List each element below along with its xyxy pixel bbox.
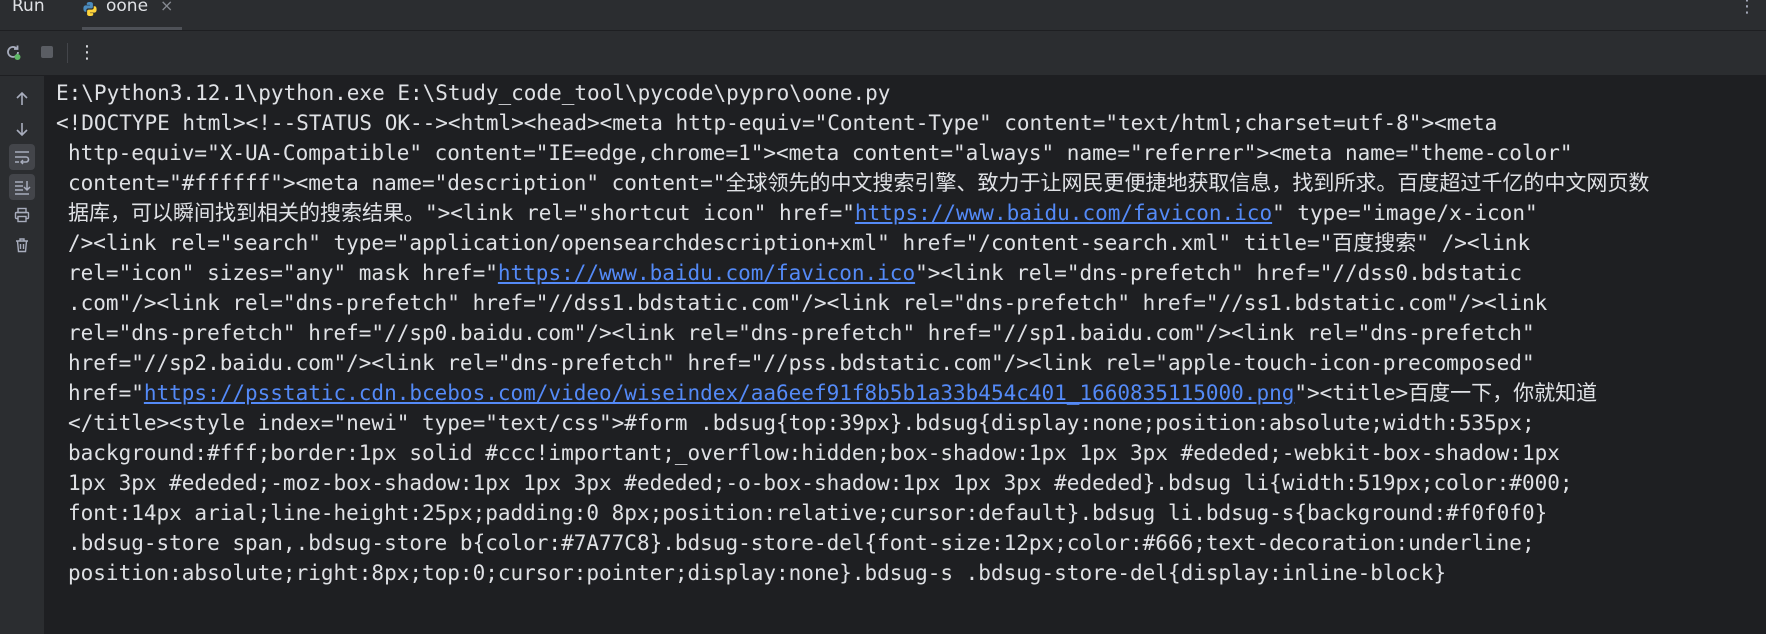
console-text: "><title>百度一下，你就知道 (1294, 381, 1598, 405)
toolbar-divider (67, 43, 68, 63)
options-menu-icon[interactable]: ⋮ (1738, 0, 1756, 17)
console-line: position:absolute;right:8px;top:0;cursor… (68, 558, 1446, 588)
console-line: .bdsug-store span,.bdsug-store b{color:#… (68, 528, 1535, 558)
run-tool-window: Run oone × ⋮ ⋮ E:\Python3.12.1\python.ex… (0, 0, 1766, 634)
console-line: 1px 3px #ededed;-moz-box-shadow:1px 1px … (68, 468, 1573, 498)
stop-icon[interactable] (36, 41, 58, 63)
more-actions-icon[interactable]: ⋮ (76, 41, 98, 63)
tab-close-icon[interactable]: × (160, 0, 173, 15)
python-file-icon (82, 1, 100, 17)
scroll-to-end-icon[interactable] (9, 174, 35, 200)
tab-oone[interactable]: oone × (82, 0, 182, 30)
console-line: background:#fff;border:1px solid #ccc!im… (68, 438, 1560, 468)
tab-label: oone (106, 0, 149, 16)
console-line: 据库，可以瞬间找到相关的搜索结果。"><link rel="shortcut i… (68, 198, 1538, 228)
console-line: rel="dns-prefetch" href="//sp0.baidu.com… (68, 318, 1535, 348)
console-text: position:absolute;right:8px;top:0;cursor… (68, 561, 1447, 585)
console-hyperlink[interactable]: https://psstatic.cdn.bcebos.com/video/wi… (144, 381, 1295, 405)
console-text: .com"/><link rel="dns-prefetch" href="//… (68, 291, 1548, 315)
console-text: content="#ffffff"><meta name="descriptio… (68, 171, 1650, 195)
console-text: E:\Python3.12.1\python.exe E:\Study_code… (56, 81, 891, 105)
run-toolbar: ⋮ (0, 31, 1766, 76)
console-line: E:\Python3.12.1\python.exe E:\Study_code… (56, 78, 890, 108)
console-text: /><link rel="search" type="application/o… (68, 231, 1531, 255)
soft-wrap-icon[interactable] (9, 144, 35, 170)
console-output[interactable]: E:\Python3.12.1\python.exe E:\Study_code… (45, 76, 1766, 634)
rerun-icon[interactable] (2, 41, 24, 63)
console-text: href=" (68, 381, 144, 405)
console-line: </title><style index="newi" type="text/c… (68, 408, 1535, 438)
console-text: 据库，可以瞬间找到相关的搜索结果。"><link rel="shortcut i… (68, 201, 855, 225)
console-text: .bdsug-store span,.bdsug-store b{color:#… (68, 531, 1535, 555)
console-text: 1px 3px #ededed;-moz-box-shadow:1px 1px … (68, 471, 1573, 495)
tool-window-title: Run (12, 0, 45, 16)
console-text: href="//sp2.baidu.com"/><link rel="dns-p… (68, 351, 1535, 375)
console-line: http-equiv="X-UA-Compatible" content="IE… (68, 138, 1573, 168)
console-text: http-equiv="X-UA-Compatible" content="IE… (68, 141, 1573, 165)
console-hyperlink[interactable]: https://www.baidu.com/favicon.ico (855, 201, 1272, 225)
console-line: rel="icon" sizes="any" mask href="https:… (68, 258, 1522, 288)
console-text: </title><style index="newi" type="text/c… (68, 411, 1535, 435)
arrow-down-icon[interactable] (9, 116, 35, 142)
trash-icon[interactable] (9, 232, 35, 258)
active-tab-indicator (82, 27, 182, 30)
console-line: /><link rel="search" type="application/o… (68, 228, 1530, 258)
print-icon[interactable] (9, 202, 35, 228)
console-text: background:#fff;border:1px solid #ccc!im… (68, 441, 1560, 465)
console-line: font:14px arial;line-height:25px;padding… (68, 498, 1547, 528)
console-text: rel="dns-prefetch" href="//sp0.baidu.com… (68, 321, 1535, 345)
console-line: <!DOCTYPE html><!--STATUS OK--><html><he… (56, 108, 1497, 138)
console-line: content="#ffffff"><meta name="descriptio… (68, 168, 1649, 198)
console-line: .com"/><link rel="dns-prefetch" href="//… (68, 288, 1547, 318)
arrow-up-icon[interactable] (9, 86, 35, 112)
console-hyperlink[interactable]: https://www.baidu.com/favicon.ico (498, 261, 915, 285)
console-line: href="https://psstatic.cdn.bcebos.com/vi… (68, 378, 1597, 408)
console-text: "><link rel="dns-prefetch" href="//dss0.… (915, 261, 1522, 285)
console-side-toolbar (0, 76, 45, 634)
console-text: " type="image/x-icon" (1272, 201, 1538, 225)
tool-window-header: Run oone × ⋮ (0, 0, 1766, 31)
console-text: <!DOCTYPE html><!--STATUS OK--><html><he… (56, 111, 1498, 135)
console-text: font:14px arial;line-height:25px;padding… (68, 501, 1548, 525)
console-line: href="//sp2.baidu.com"/><link rel="dns-p… (68, 348, 1535, 378)
console-text: rel="icon" sizes="any" mask href=" (68, 261, 498, 285)
